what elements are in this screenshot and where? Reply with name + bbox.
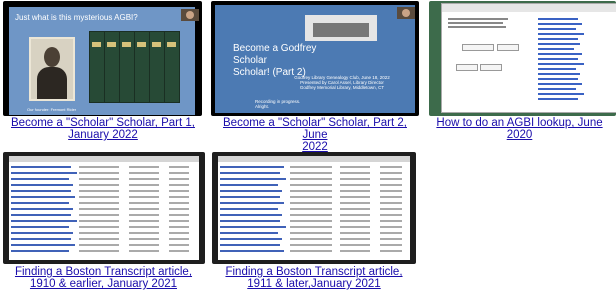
slide-headline: Just what is this mysterious AGBI? [15, 13, 138, 22]
video-card-3[interactable]: How to do an AGBI lookup, June 2020 [423, 0, 616, 141]
webcam-icon [397, 7, 415, 19]
slide-background: Just what is this mysterious AGBI? Our f… [9, 7, 195, 115]
video-thumbnail-5[interactable] [212, 152, 416, 264]
building-photo [305, 15, 377, 41]
video-thumbnail-1[interactable]: Just what is this mysterious AGBI? Our f… [3, 1, 202, 116]
books-image [89, 31, 180, 103]
browser-window [441, 3, 616, 113]
video-link-1[interactable]: Become a "Scholar" Scholar, Part 1, Janu… [0, 117, 206, 141]
video-link-3[interactable]: How to do an AGBI lookup, June 2020 [423, 117, 616, 141]
video-link-4[interactable]: Finding a Boston Transcript article, 191… [0, 266, 207, 290]
slide-background: Become a Godfrey Scholar Scholar! (Part … [215, 5, 415, 113]
webcam-icon [181, 9, 199, 21]
video-link-5[interactable]: Finding a Boston Transcript article, 191… [210, 266, 418, 290]
recording-notice: Recording in progress. Alright. [255, 99, 301, 109]
slide-subtitle: Godfrey Library Genealogy Club, June 18,… [294, 75, 390, 90]
video-card-4[interactable]: Finding a Boston Transcript article, 191… [0, 152, 207, 295]
video-thumbnail-4[interactable] [3, 152, 205, 264]
video-thumbnail-2[interactable]: Become a Godfrey Scholar Scholar! (Part … [211, 1, 419, 116]
slide-caption: Our founder: Fremont Rider [27, 107, 77, 112]
video-card-5[interactable]: Finding a Boston Transcript article, 191… [210, 152, 418, 295]
video-thumbnail-3[interactable] [429, 1, 616, 116]
slide-title: Become a Godfrey Scholar Scholar! (Part … [233, 43, 317, 78]
video-link-2[interactable]: Become a "Scholar" Scholar, Part 2, June… [209, 117, 421, 153]
video-card-1[interactable]: Just what is this mysterious AGBI? Our f… [0, 0, 206, 141]
browser-window [9, 156, 199, 260]
portrait-photo [29, 37, 75, 101]
video-card-2[interactable]: Become a Godfrey Scholar Scholar! (Part … [211, 0, 419, 153]
browser-window [218, 156, 410, 260]
